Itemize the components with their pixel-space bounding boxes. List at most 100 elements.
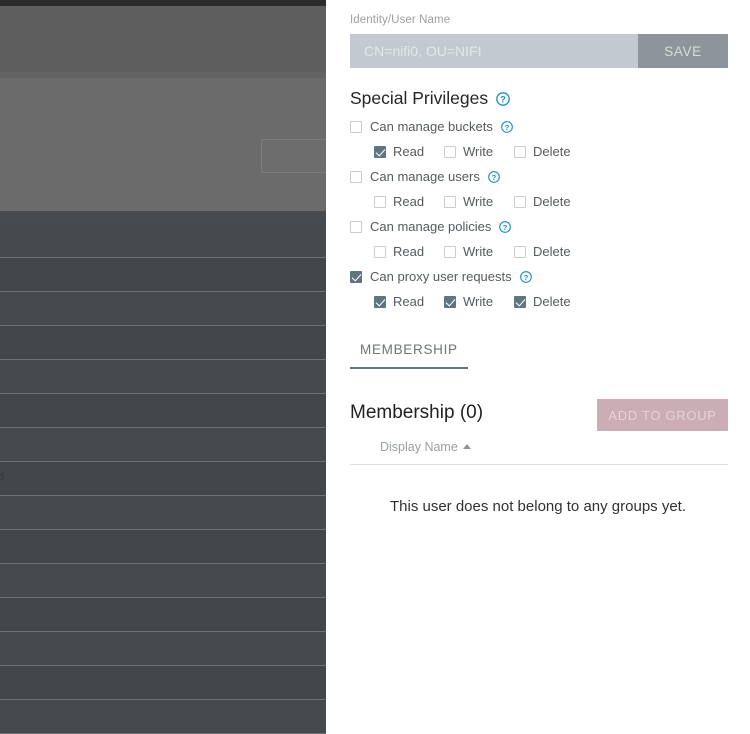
privilege-label: Can manage buckets xyxy=(370,119,493,134)
backdrop-table-row xyxy=(0,496,326,530)
checkbox-can-manage-users[interactable] xyxy=(350,170,362,183)
backdrop-header xyxy=(0,6,326,78)
privilege-main-row: Can manage policies? xyxy=(350,214,730,239)
backdrop-table-header xyxy=(0,211,326,224)
tab-membership[interactable]: MEMBERSHIP xyxy=(350,334,468,369)
backdrop-table-row xyxy=(0,292,326,326)
special-privileges-title: Special Privileges? xyxy=(350,88,510,109)
special-privileges-list: Can manage buckets? Read Write Delete Can ma… xyxy=(350,114,730,314)
privilege-sub-item: Write xyxy=(444,144,514,159)
checkbox-read-3[interactable] xyxy=(374,245,386,258)
backdrop-table-row xyxy=(0,394,326,428)
checkbox-can-manage-policies[interactable] xyxy=(350,220,362,233)
privilege-group: Can manage users? Read Write Delete xyxy=(350,164,730,214)
checkbox-write-3[interactable] xyxy=(444,245,456,258)
identity-input[interactable] xyxy=(350,34,638,68)
privilege-sub-item: Delete xyxy=(514,144,584,159)
privilege-sub-row: Read Write Delete xyxy=(350,289,730,314)
privilege-sub-row: Read Write Delete xyxy=(350,189,730,214)
checkbox-delete-3[interactable] xyxy=(514,245,526,258)
backdrop-table-row xyxy=(0,224,326,258)
user-detail-panel: Identity/User Name SAVE Special Privileg… xyxy=(326,0,750,734)
privilege-label: Can manage policies xyxy=(370,219,492,234)
help-circle-icon[interactable]: ? xyxy=(500,120,513,133)
backdrop-table-row xyxy=(0,258,326,292)
backdrop-table-row: d xyxy=(0,462,326,496)
privilege-sub-label: Delete xyxy=(533,194,571,209)
backdrop-table-row xyxy=(0,530,326,564)
membership-table-header: Display Name xyxy=(350,438,728,465)
privilege-sub-label: Delete xyxy=(533,244,571,259)
checkbox-delete-2[interactable] xyxy=(514,195,526,208)
help-circle-icon[interactable]: ? xyxy=(519,270,532,283)
privilege-sub-label: Write xyxy=(463,294,494,309)
privilege-label: Can manage users xyxy=(370,169,480,184)
column-header-display-name[interactable]: Display Name xyxy=(380,440,471,454)
membership-empty-message: This user does not belong to any groups … xyxy=(389,498,686,515)
svg-text:?: ? xyxy=(491,172,496,181)
backdrop-row-text: d xyxy=(0,471,5,483)
privilege-sub-item: Delete xyxy=(514,244,584,259)
privilege-main-row: Can manage buckets? xyxy=(350,114,730,139)
checkbox-write-4[interactable] xyxy=(444,295,456,308)
checkbox-write-2[interactable] xyxy=(444,195,456,208)
privilege-sub-label: Read xyxy=(393,194,425,209)
privilege-sub-label: Read xyxy=(393,144,425,159)
privilege-sub-label: Read xyxy=(393,244,425,259)
column-header-display-name-label: Display Name xyxy=(380,440,458,454)
privilege-sub-row: Read Write Delete xyxy=(350,139,730,164)
identity-field-label: Identity/User Name xyxy=(350,14,451,26)
backdrop-table-row xyxy=(0,326,326,360)
privilege-sub-item: Write xyxy=(444,244,514,259)
user-detail-screen: d Identity/User Name SAVE Special Privil… xyxy=(0,0,750,734)
membership-heading: Membership (0) xyxy=(350,402,484,423)
backdrop-table-row xyxy=(0,700,326,734)
checkbox-read-4[interactable] xyxy=(374,295,386,308)
privilege-sub-label: Delete xyxy=(533,144,571,159)
privilege-sub-item: Read xyxy=(374,194,444,209)
svg-text:?: ? xyxy=(503,222,508,231)
privilege-label: Can proxy user requests xyxy=(370,269,512,284)
privilege-sub-row: Read Write Delete xyxy=(350,239,730,264)
sort-ascending-icon xyxy=(462,444,471,449)
privilege-sub-label: Read xyxy=(393,294,425,309)
privilege-sub-label: Write xyxy=(463,244,494,259)
help-circle-icon[interactable]: ? xyxy=(496,92,510,107)
privilege-sub-label: Write xyxy=(463,194,494,209)
privilege-group: Can proxy user requests? Read Write Delete xyxy=(350,264,730,314)
backdrop-search-input xyxy=(261,139,326,173)
privilege-sub-item: Write xyxy=(444,294,514,309)
checkbox-read-1[interactable] xyxy=(374,145,386,158)
svg-text:?: ? xyxy=(505,122,510,131)
privilege-sub-item: Delete xyxy=(514,294,584,309)
dimmed-backdrop-overlay: d xyxy=(0,0,326,734)
privilege-sub-item: Read xyxy=(374,244,444,259)
privilege-sub-item: Read xyxy=(374,144,444,159)
backdrop-table-row xyxy=(0,428,326,462)
backdrop-table-row xyxy=(0,598,326,632)
backdrop-table-row xyxy=(0,564,326,598)
checkbox-can-manage-buckets[interactable] xyxy=(350,120,362,133)
checkbox-read-2[interactable] xyxy=(374,195,386,208)
backdrop-table-row xyxy=(0,666,326,700)
identity-input-row: SAVE xyxy=(350,34,728,68)
privilege-group: Can manage buckets? Read Write Delete xyxy=(350,114,730,164)
privilege-sub-label: Delete xyxy=(533,294,571,309)
svg-text:?: ? xyxy=(523,272,528,281)
save-button[interactable]: SAVE xyxy=(638,34,728,68)
help-circle-icon[interactable]: ? xyxy=(499,220,512,233)
special-privileges-title-text: Special Privileges xyxy=(350,88,489,108)
svg-text:?: ? xyxy=(500,95,506,105)
backdrop-table-row xyxy=(0,360,326,394)
privilege-group: Can manage policies? Read Write Delete xyxy=(350,214,730,264)
checkbox-delete-4[interactable] xyxy=(514,295,526,308)
backdrop-table-row xyxy=(0,632,326,666)
checkbox-write-1[interactable] xyxy=(444,145,456,158)
checkbox-can-proxy-user-requests[interactable] xyxy=(350,270,362,283)
add-to-group-button[interactable]: ADD TO GROUP xyxy=(597,399,728,431)
detail-tabs: MEMBERSHIP xyxy=(350,334,730,369)
privilege-main-row: Can manage users? xyxy=(350,164,730,189)
privilege-main-row: Can proxy user requests? xyxy=(350,264,730,289)
checkbox-delete-1[interactable] xyxy=(514,145,526,158)
help-circle-icon[interactable]: ? xyxy=(487,170,500,183)
